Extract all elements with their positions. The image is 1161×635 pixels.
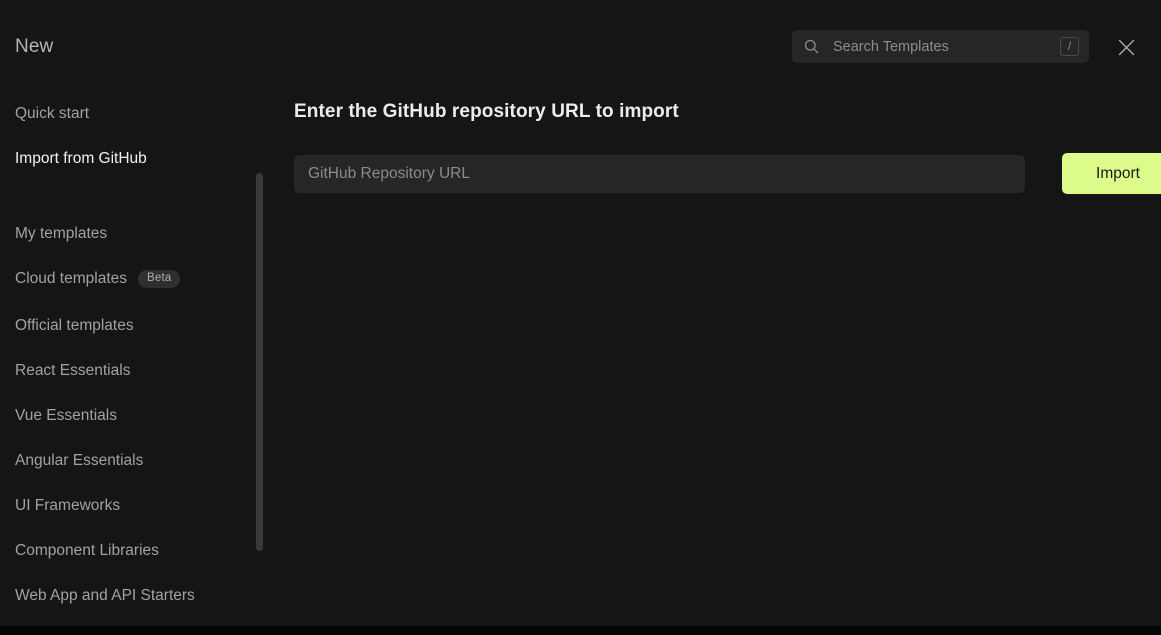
status-badge: Beta bbox=[138, 270, 181, 288]
sidebar-item-vue-essentials[interactable]: Vue Essentials bbox=[0, 401, 250, 431]
sidebar-item-label: My templates bbox=[15, 225, 108, 242]
panel-heading: Enter the GitHub repository URL to impor… bbox=[294, 101, 679, 122]
sidebar-item-cloud-templates[interactable]: Cloud templates Beta bbox=[0, 264, 250, 294]
import-form-row: Import bbox=[294, 153, 1161, 196]
sidebar-item-label: Web App and API Starters bbox=[15, 587, 195, 604]
sidebar-item-import-from-github[interactable]: Import from GitHub bbox=[0, 144, 250, 174]
search-icon bbox=[804, 39, 819, 54]
sidebar-item-angular-essentials[interactable]: Angular Essentials bbox=[0, 446, 250, 476]
dialog-header: New / bbox=[0, 0, 1161, 81]
templates-sidebar: Quick start Import from GitHub My template… bbox=[0, 81, 264, 626]
page-title: New bbox=[15, 36, 54, 57]
search-shortcut-badge: / bbox=[1060, 37, 1079, 56]
github-repository-url-input[interactable] bbox=[294, 155, 1025, 193]
sidebar-item-react-essentials[interactable]: React Essentials bbox=[0, 356, 250, 386]
close-button[interactable] bbox=[1110, 31, 1142, 63]
sidebar-item-ui-frameworks[interactable]: UI Frameworks bbox=[0, 491, 250, 521]
sidebar-item-label: Quick start bbox=[15, 105, 90, 122]
sidebar-item-official-templates[interactable]: Official templates bbox=[0, 311, 250, 341]
sidebar-item-label: Cloud templates bbox=[15, 270, 128, 287]
search-input[interactable] bbox=[819, 30, 1060, 63]
sidebar-item-label: Import from GitHub bbox=[15, 150, 147, 167]
sidebar-item-component-libraries[interactable]: Component Libraries bbox=[0, 536, 250, 566]
sidebar-scrollbar[interactable] bbox=[256, 173, 263, 551]
import-button[interactable]: Import bbox=[1062, 153, 1161, 194]
sidebar-item-label: Official templates bbox=[15, 317, 134, 334]
import-from-github-panel: Enter the GitHub repository URL to impor… bbox=[264, 81, 1161, 626]
window-bottom-strip bbox=[0, 626, 1161, 635]
close-icon bbox=[1118, 39, 1135, 56]
search-templates-field[interactable]: / bbox=[792, 30, 1089, 63]
sidebar-item-label: Angular Essentials bbox=[15, 452, 144, 469]
new-project-dialog: New / Quick start Import from GitHub My te… bbox=[0, 0, 1161, 635]
sidebar-item-quick-start[interactable]: Quick start bbox=[0, 99, 250, 129]
sidebar-item-label: Component Libraries bbox=[15, 542, 159, 559]
sidebar-item-web-app-and-api-starters[interactable]: Web App and API Starters bbox=[0, 581, 250, 611]
sidebar-item-my-templates[interactable]: My templates bbox=[0, 219, 250, 249]
sidebar-item-label: UI Frameworks bbox=[15, 497, 121, 514]
sidebar-item-label: Vue Essentials bbox=[15, 407, 117, 424]
sidebar-item-label: React Essentials bbox=[15, 362, 131, 379]
